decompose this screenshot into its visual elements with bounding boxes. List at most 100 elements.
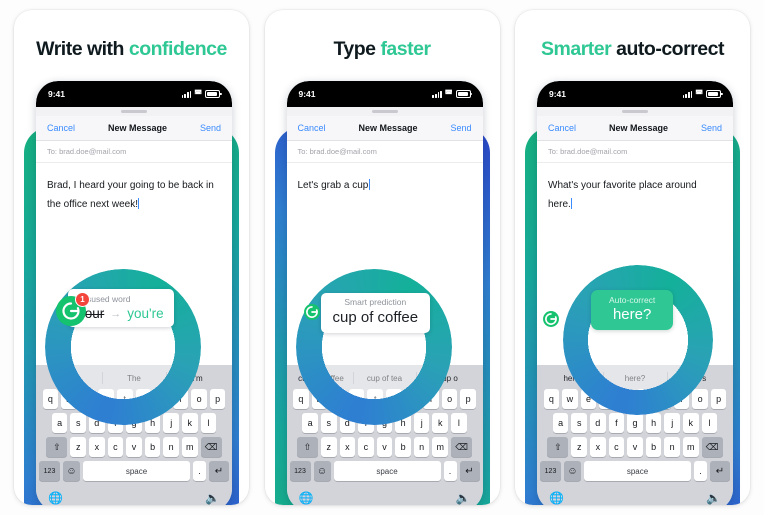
key-n[interactable]: n [664, 437, 680, 457]
globe-icon[interactable]: 🌐 [299, 492, 314, 504]
emoji-icon[interactable]: ☺ [313, 461, 331, 481]
status-bar-1: 9:41 ◚ [36, 81, 232, 107]
key-b[interactable]: b [144, 437, 161, 457]
key-a[interactable]: a [51, 413, 68, 433]
mic-icon[interactable]: 🔈 [205, 492, 220, 504]
key-q[interactable]: q [293, 389, 309, 409]
key-d[interactable]: d [590, 413, 606, 433]
space-key[interactable]: space [333, 461, 441, 481]
key-c[interactable]: c [608, 437, 625, 457]
key-k[interactable]: k [181, 413, 198, 433]
numbers-key[interactable]: 123 [289, 461, 311, 481]
key-k[interactable]: k [682, 413, 699, 433]
send-button-3[interactable]: Send [701, 123, 722, 133]
key-h[interactable]: h [645, 413, 662, 433]
mic-icon[interactable]: 🔈 [706, 492, 721, 504]
key-o[interactable]: o [191, 389, 207, 409]
key-l[interactable]: l [451, 413, 467, 433]
send-button-2[interactable]: Send [450, 123, 471, 133]
shift-key[interactable]: ⇧ [547, 437, 569, 457]
mic-icon[interactable]: 🔈 [456, 492, 471, 504]
key-v[interactable]: v [126, 437, 142, 457]
recipient-field-3[interactable]: To: brad.doe@mail.com [537, 141, 733, 163]
key-o[interactable]: o [692, 389, 708, 409]
key-p[interactable]: p [460, 389, 476, 409]
globe-icon[interactable]: 🌐 [48, 492, 63, 504]
cancel-button-1[interactable]: Cancel [47, 123, 75, 133]
key-l[interactable]: l [701, 413, 718, 433]
shift-key[interactable]: ⇧ [46, 437, 68, 457]
recipient-field-1[interactable]: To: brad.doe@mail.com [36, 141, 232, 163]
numbers-key[interactable]: 123 [540, 461, 561, 481]
key-s[interactable]: s [571, 413, 588, 433]
key-z[interactable]: z [320, 437, 337, 457]
grammarly-logo-icon[interactable] [542, 310, 560, 328]
key-s[interactable]: s [70, 413, 87, 433]
period-key[interactable]: . [443, 461, 457, 481]
emoji-icon[interactable]: ☺ [63, 461, 80, 481]
nav-title-2: New Message [358, 123, 418, 133]
key-q[interactable]: q [543, 389, 560, 409]
text-caret-2 [368, 179, 370, 190]
key-p[interactable]: p [710, 389, 727, 409]
key-x[interactable]: x [590, 437, 606, 457]
key-o[interactable]: o [441, 389, 458, 409]
key-s[interactable]: s [320, 413, 337, 433]
key-z[interactable]: z [571, 437, 588, 457]
return-key[interactable]: ↵ [209, 461, 229, 481]
panel-title-accent-2: faster [380, 38, 431, 60]
emoji-icon[interactable]: ☺ [564, 461, 581, 481]
key-f[interactable]: f [608, 413, 625, 433]
key-j[interactable]: j [163, 413, 179, 433]
key-j[interactable]: j [664, 413, 680, 433]
key-x[interactable]: x [89, 437, 105, 457]
key-b[interactable]: b [645, 437, 662, 457]
space-key[interactable]: space [584, 461, 691, 481]
return-key[interactable]: ↵ [710, 461, 730, 481]
key-g[interactable]: g [627, 413, 643, 433]
key-m[interactable]: m [432, 437, 449, 457]
key-j[interactable]: j [413, 413, 430, 433]
key-z[interactable]: z [70, 437, 87, 457]
key-c[interactable]: c [107, 437, 124, 457]
globe-icon[interactable]: 🌐 [549, 492, 564, 504]
key-b[interactable]: b [395, 437, 411, 457]
screenshot-card-1: Write with confidence 9:41 ◚ Cancel New [14, 10, 249, 505]
key-q[interactable]: q [42, 389, 59, 409]
grammarly-logo-icon[interactable] [303, 303, 321, 321]
backspace-key[interactable]: ⌫ [451, 437, 473, 457]
key-m[interactable]: m [181, 437, 198, 457]
autocorrect-card[interactable]: Auto-correct here? [591, 290, 674, 330]
key-w[interactable]: w [562, 389, 578, 409]
period-key[interactable]: . [694, 461, 707, 481]
cancel-button-2[interactable]: Cancel [298, 123, 326, 133]
key-a[interactable]: a [552, 413, 569, 433]
key-p[interactable]: p [209, 389, 226, 409]
key-n[interactable]: n [163, 437, 179, 457]
key-v[interactable]: v [376, 437, 393, 457]
numbers-key[interactable]: 123 [39, 461, 60, 481]
keyboard-row-3-2: ⇧ z x c v b n m ⌫ [290, 437, 480, 457]
shift-key[interactable]: ⇧ [296, 437, 318, 457]
key-l[interactable]: l [200, 413, 217, 433]
backspace-key[interactable]: ⌫ [200, 437, 222, 457]
key-c[interactable]: c [358, 437, 374, 457]
key-a[interactable]: a [302, 413, 318, 433]
send-button-1[interactable]: Send [200, 123, 221, 133]
recipient-field-2[interactable]: To: brad.doe@mail.com [286, 141, 483, 163]
grammarly-logo-icon[interactable]: 1 [56, 292, 90, 326]
smart-prediction-card[interactable]: Smart prediction cup of coffee [320, 293, 431, 333]
correction-line: your → you're [78, 306, 164, 321]
backspace-key[interactable]: ⌫ [701, 437, 723, 457]
key-v[interactable]: v [627, 437, 643, 457]
key-m[interactable]: m [682, 437, 699, 457]
space-key[interactable]: space [83, 461, 190, 481]
key-n[interactable]: n [413, 437, 430, 457]
period-key[interactable]: . [193, 461, 206, 481]
return-key[interactable]: ↵ [459, 461, 480, 481]
arrow-icon: → [110, 307, 122, 320]
key-x[interactable]: x [339, 437, 356, 457]
key-k[interactable]: k [432, 413, 449, 433]
keyboard-row-5-1: 🌐 🔈 [39, 485, 229, 505]
cancel-button-3[interactable]: Cancel [548, 123, 576, 133]
